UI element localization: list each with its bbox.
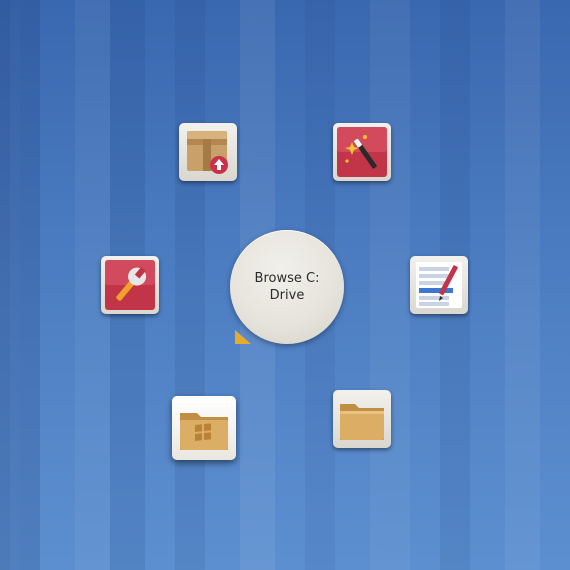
pointer-arrow-icon xyxy=(235,330,251,344)
pie-item-folder[interactable] xyxy=(333,390,391,448)
folder-icon xyxy=(340,404,384,440)
pie-item-settings[interactable] xyxy=(101,256,159,314)
pie-menu: Browse C: Drive xyxy=(0,0,570,570)
pie-item-magic-wand[interactable] xyxy=(333,123,391,181)
pie-menu-center[interactable]: Browse C: Drive xyxy=(230,230,344,344)
wrench-settings-icon xyxy=(105,260,155,310)
center-label: Browse C: Drive xyxy=(254,271,320,303)
windows-folder-icon xyxy=(180,413,228,450)
pie-item-text-editor[interactable] xyxy=(410,256,468,314)
pie-item-package-install[interactable] xyxy=(179,123,237,181)
text-editor-icon xyxy=(416,262,462,308)
magic-wand-icon xyxy=(337,127,387,177)
pie-item-browse-c-drive[interactable] xyxy=(172,396,236,460)
package-install-icon xyxy=(187,131,228,174)
